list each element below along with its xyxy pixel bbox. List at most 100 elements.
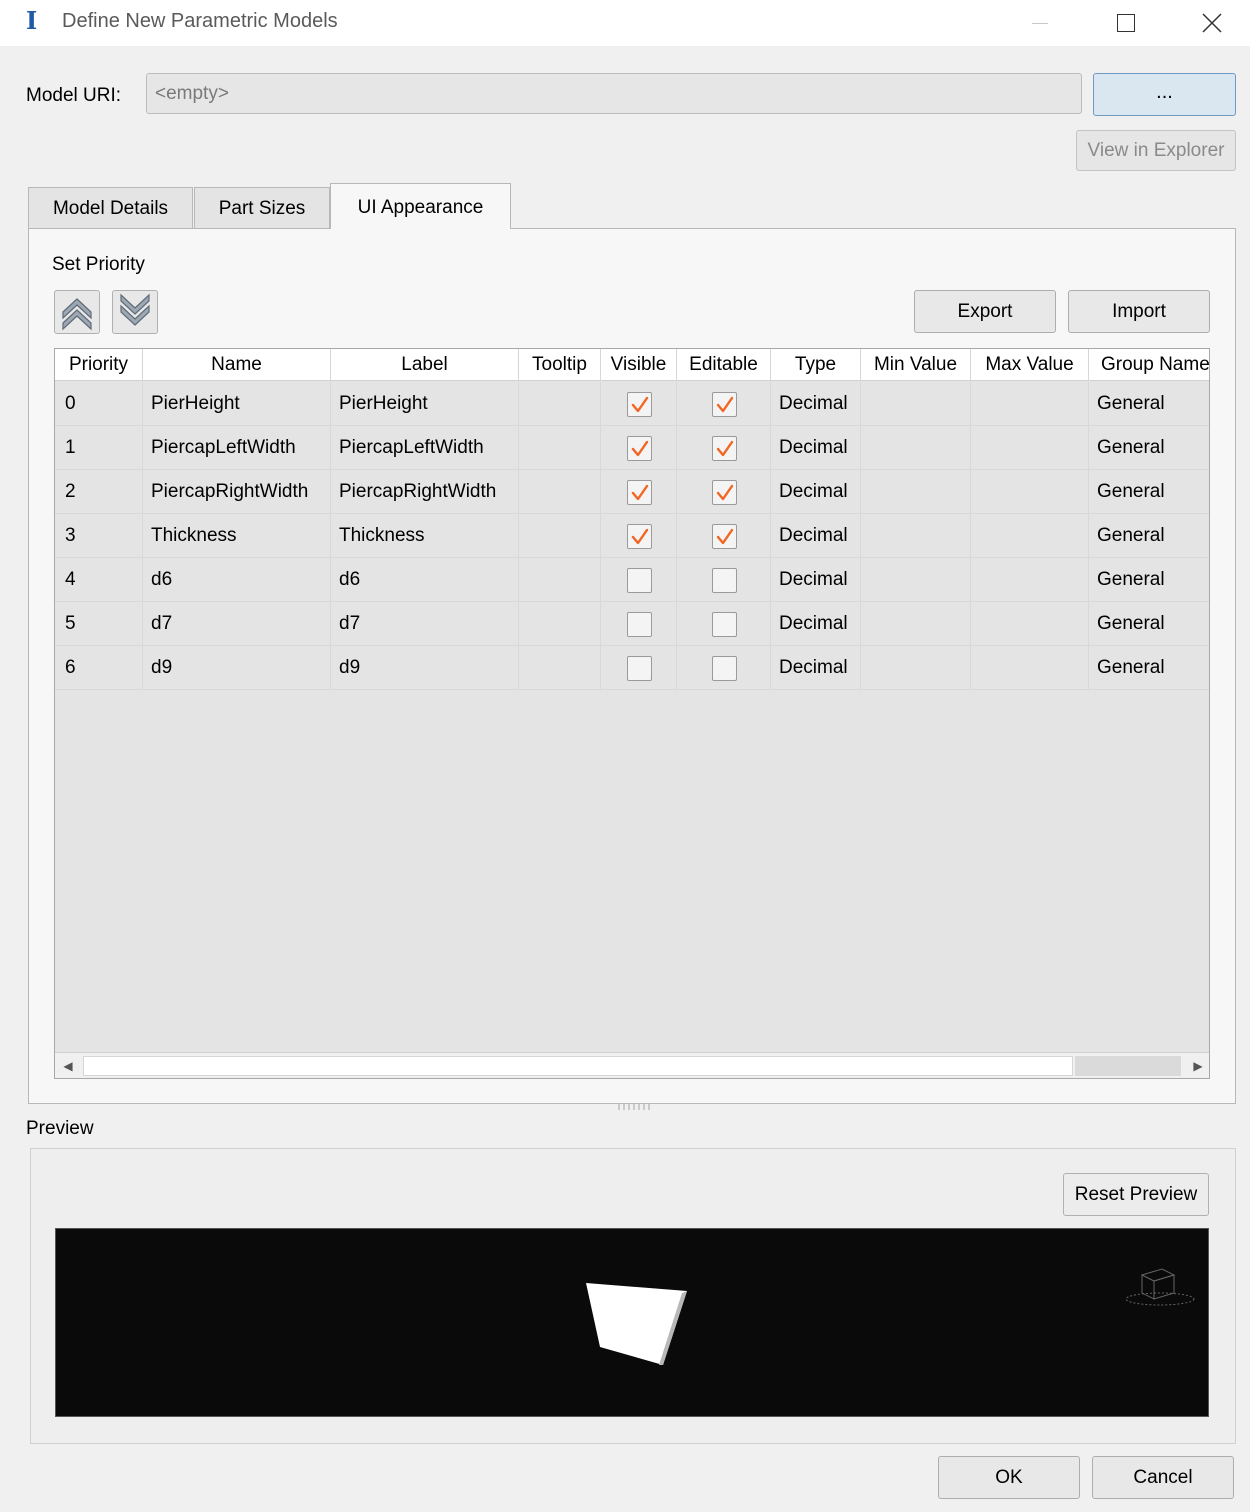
cell-name[interactable]: d9 <box>143 646 331 690</box>
priority-up-button[interactable] <box>54 290 100 334</box>
splitter-handle[interactable] <box>618 1104 650 1110</box>
cell-tooltip[interactable] <box>519 470 601 514</box>
cell-name[interactable]: PiercapLeftWidth <box>143 426 331 470</box>
horizontal-scrollbar[interactable]: ◀ ▶ <box>55 1052 1209 1078</box>
cell-group[interactable]: General <box>1089 514 1209 558</box>
cell-min[interactable] <box>861 646 971 690</box>
cell-min[interactable] <box>861 470 971 514</box>
cell-max[interactable] <box>971 514 1089 558</box>
import-button[interactable]: Import <box>1068 290 1210 333</box>
column-header-min-value[interactable]: Min Value <box>861 349 971 381</box>
cell-priority[interactable]: 4 <box>55 558 143 602</box>
cell-priority[interactable]: 0 <box>55 382 143 426</box>
minimize-button[interactable] <box>1010 0 1070 46</box>
cell-max[interactable] <box>971 646 1089 690</box>
cell-group[interactable]: General <box>1089 426 1209 470</box>
cell-tooltip[interactable] <box>519 558 601 602</box>
visible-checkbox[interactable] <box>627 656 652 681</box>
table-row[interactable]: 0 PierHeight PierHeight Decimal General <box>55 382 1209 426</box>
cell-label[interactable]: PiercapLeftWidth <box>331 426 519 470</box>
export-button[interactable]: Export <box>914 290 1056 333</box>
column-header-name[interactable]: Name <box>143 349 331 381</box>
column-header-type[interactable]: Type <box>771 349 861 381</box>
cell-min[interactable] <box>861 558 971 602</box>
cell-type[interactable]: Decimal <box>771 558 861 602</box>
editable-checkbox[interactable] <box>712 480 737 505</box>
cell-type[interactable]: Decimal <box>771 602 861 646</box>
column-header-priority[interactable]: Priority <box>55 349 143 381</box>
ok-button[interactable]: OK <box>938 1456 1080 1499</box>
cell-group[interactable]: General <box>1089 382 1209 426</box>
column-header-label[interactable]: Label <box>331 349 519 381</box>
visible-checkbox[interactable] <box>627 612 652 637</box>
table-row[interactable]: 3 Thickness Thickness Decimal General <box>55 514 1209 558</box>
cell-label[interactable]: d7 <box>331 602 519 646</box>
scroll-left-icon[interactable]: ◀ <box>55 1053 81 1078</box>
view-in-explorer-button[interactable]: View in Explorer <box>1076 130 1236 171</box>
editable-checkbox[interactable] <box>712 392 737 417</box>
cell-label[interactable]: d9 <box>331 646 519 690</box>
visible-checkbox[interactable] <box>627 524 652 549</box>
cell-priority[interactable]: 5 <box>55 602 143 646</box>
cell-label[interactable]: PierHeight <box>331 382 519 426</box>
cell-min[interactable] <box>861 602 971 646</box>
maximize-button[interactable] <box>1096 0 1156 46</box>
cell-label[interactable]: d6 <box>331 558 519 602</box>
editable-checkbox[interactable] <box>712 612 737 637</box>
table-row[interactable]: 4 d6 d6 Decimal General <box>55 558 1209 602</box>
cell-tooltip[interactable] <box>519 514 601 558</box>
browse-button[interactable]: ... <box>1093 73 1236 116</box>
cell-max[interactable] <box>971 426 1089 470</box>
editable-checkbox[interactable] <box>712 436 737 461</box>
tab-model-details[interactable]: Model Details <box>28 187 193 229</box>
editable-checkbox[interactable] <box>712 524 737 549</box>
cell-priority[interactable]: 1 <box>55 426 143 470</box>
cell-type[interactable]: Decimal <box>771 646 861 690</box>
visible-checkbox[interactable] <box>627 436 652 461</box>
3d-viewport[interactable] <box>55 1228 1209 1417</box>
tab-ui-appearance[interactable]: UI Appearance <box>330 183 511 229</box>
cell-min[interactable] <box>861 382 971 426</box>
cell-name[interactable]: PierHeight <box>143 382 331 426</box>
tab-part-sizes[interactable]: Part Sizes <box>194 187 330 229</box>
cell-type[interactable]: Decimal <box>771 426 861 470</box>
priority-down-button[interactable] <box>112 290 158 334</box>
scroll-right-icon[interactable]: ▶ <box>1185 1053 1209 1078</box>
cell-type[interactable]: Decimal <box>771 382 861 426</box>
cell-max[interactable] <box>971 382 1089 426</box>
cell-priority[interactable]: 3 <box>55 514 143 558</box>
cell-type[interactable]: Decimal <box>771 514 861 558</box>
cell-label[interactable]: PiercapRightWidth <box>331 470 519 514</box>
close-button[interactable] <box>1182 0 1242 46</box>
cell-max[interactable] <box>971 558 1089 602</box>
cell-name[interactable]: d7 <box>143 602 331 646</box>
table-row[interactable]: 5 d7 d7 Decimal General <box>55 602 1209 646</box>
cell-name[interactable]: Thickness <box>143 514 331 558</box>
cell-priority[interactable]: 2 <box>55 470 143 514</box>
cell-min[interactable] <box>861 426 971 470</box>
cell-tooltip[interactable] <box>519 382 601 426</box>
cell-priority[interactable]: 6 <box>55 646 143 690</box>
visible-checkbox[interactable] <box>627 480 652 505</box>
editable-checkbox[interactable] <box>712 656 737 681</box>
cell-group[interactable]: General <box>1089 646 1209 690</box>
visible-checkbox[interactable] <box>627 568 652 593</box>
cell-tooltip[interactable] <box>519 602 601 646</box>
column-header-tooltip[interactable]: Tooltip <box>519 349 601 381</box>
cell-type[interactable]: Decimal <box>771 470 861 514</box>
scroll-thumb[interactable] <box>1075 1056 1181 1076</box>
cell-tooltip[interactable] <box>519 646 601 690</box>
cell-tooltip[interactable] <box>519 426 601 470</box>
cell-group[interactable]: General <box>1089 602 1209 646</box>
scroll-track[interactable] <box>83 1056 1073 1076</box>
column-header-group-name[interactable]: Group Name <box>1089 349 1209 381</box>
cell-min[interactable] <box>861 514 971 558</box>
cell-max[interactable] <box>971 602 1089 646</box>
cell-name[interactable]: PiercapRightWidth <box>143 470 331 514</box>
column-header-max-value[interactable]: Max Value <box>971 349 1089 381</box>
cell-group[interactable]: General <box>1089 470 1209 514</box>
cell-name[interactable]: d6 <box>143 558 331 602</box>
cancel-button[interactable]: Cancel <box>1092 1456 1234 1499</box>
reset-preview-button[interactable]: Reset Preview <box>1063 1173 1209 1216</box>
model-uri-field[interactable]: <empty> <box>146 73 1082 114</box>
